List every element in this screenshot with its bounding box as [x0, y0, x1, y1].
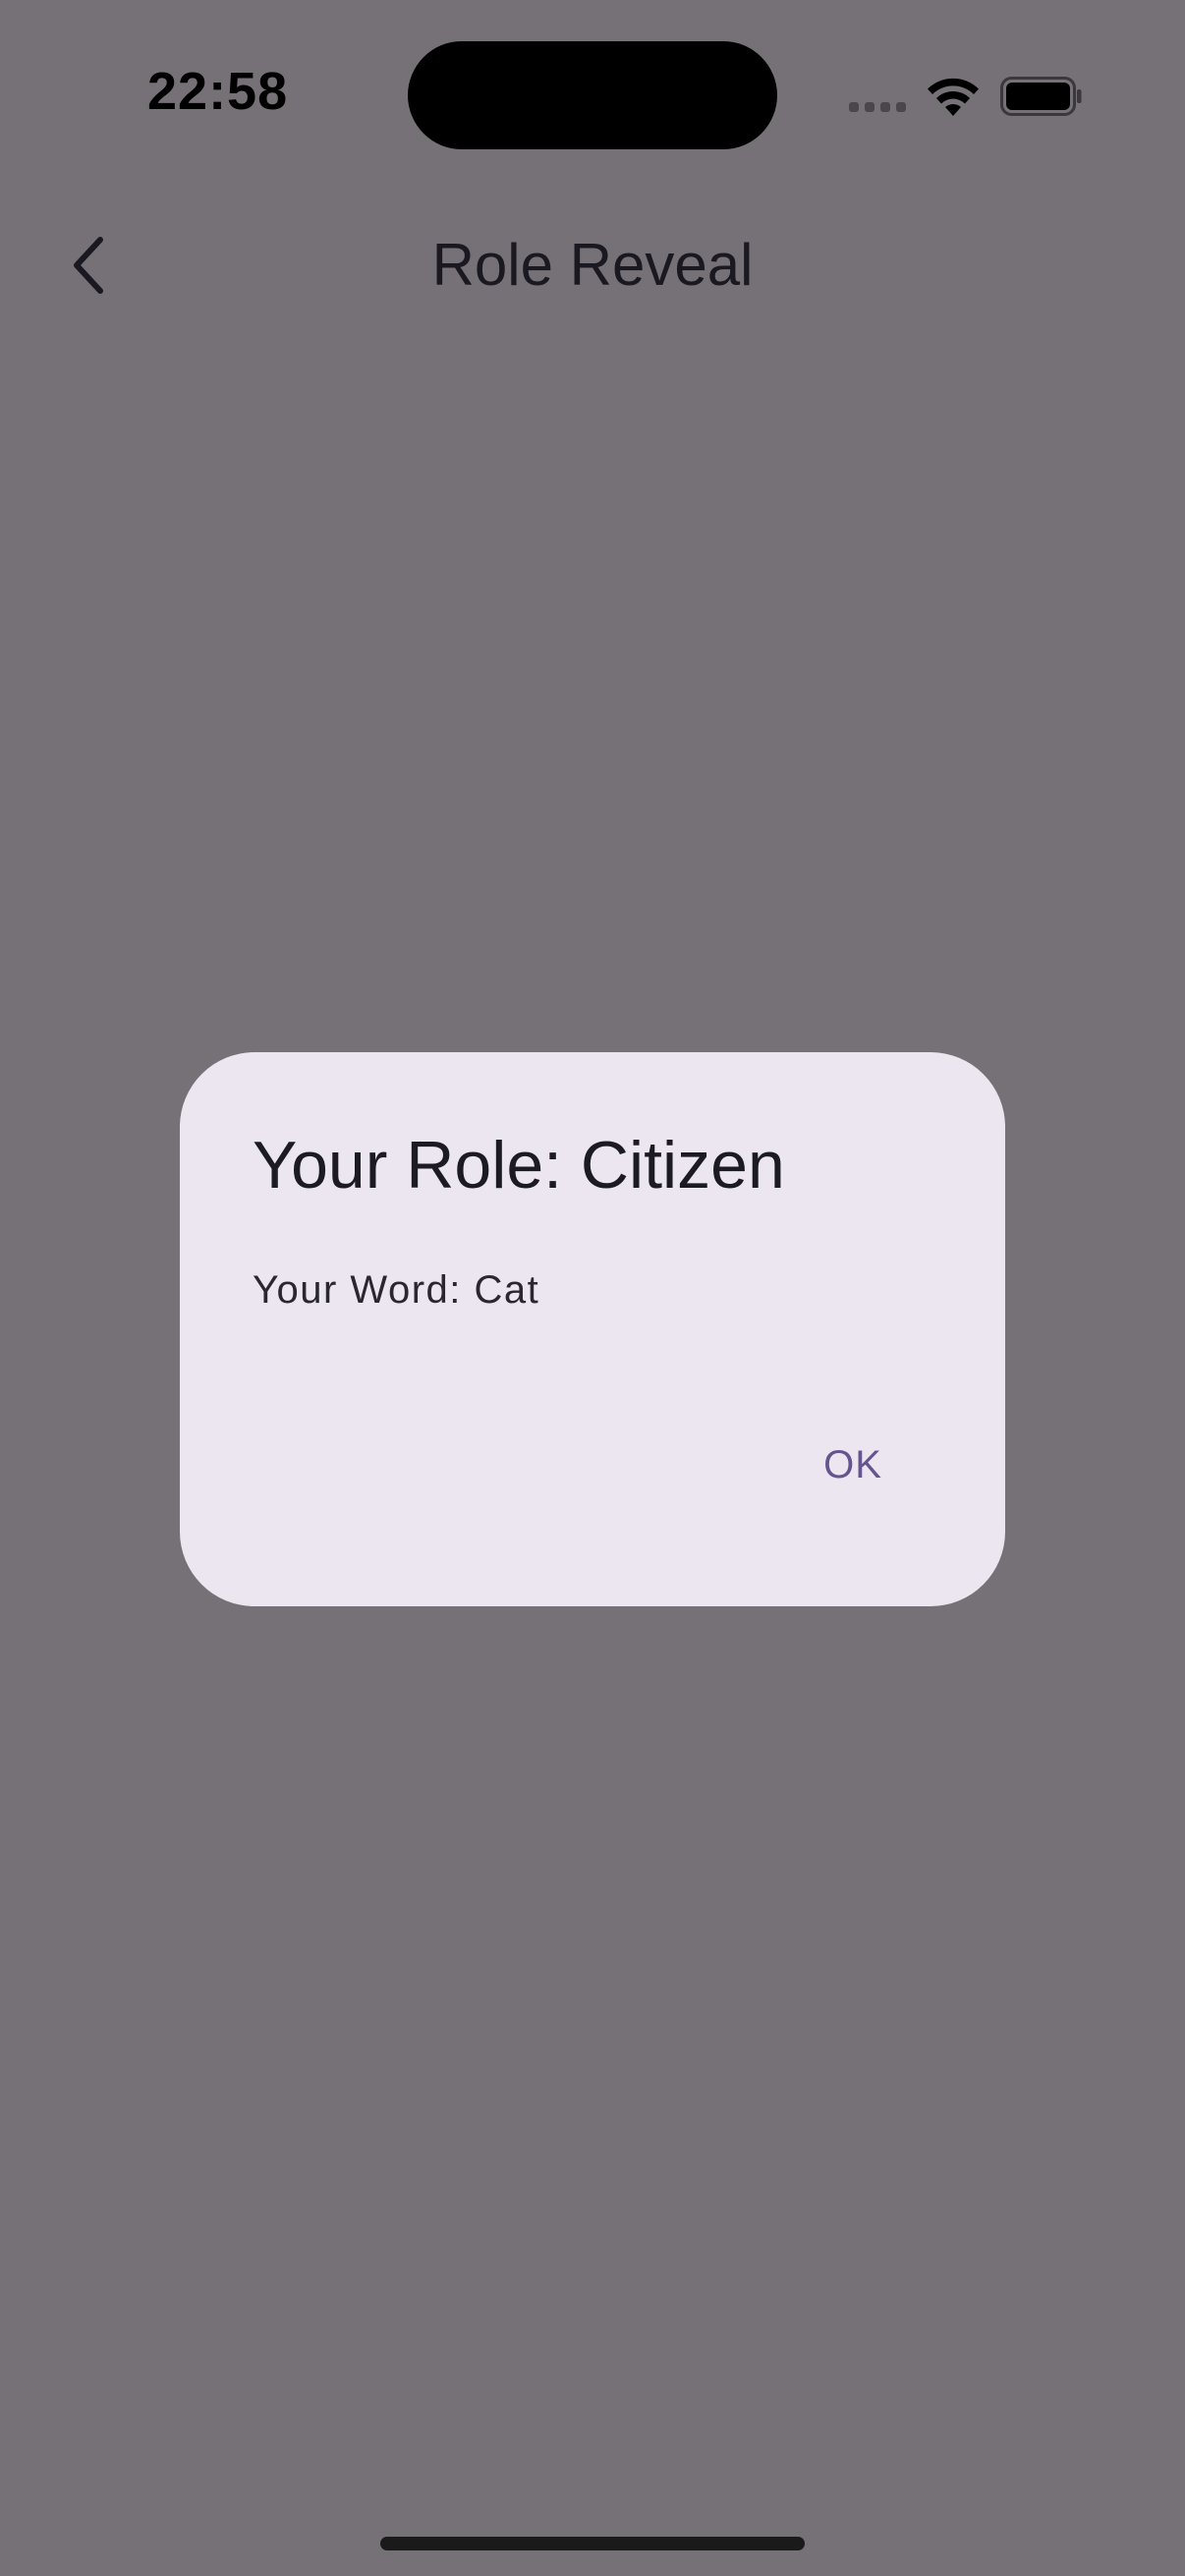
wifi-icon: [928, 78, 979, 116]
status-bar: 22:58: [0, 0, 1185, 187]
ok-button[interactable]: OK: [769, 1416, 936, 1514]
chevron-left-icon: [74, 237, 103, 294]
cellular-signal-icon: [849, 102, 908, 116]
home-indicator: [380, 2537, 805, 2550]
back-button[interactable]: [49, 226, 128, 305]
page-title: Role Reveal: [431, 232, 754, 298]
role-dialog: Your Role: Citizen Your Word: Cat OK: [180, 1052, 1005, 1606]
dynamic-island: [408, 41, 777, 149]
status-time: 22:58: [147, 62, 289, 121]
navigation-bar: Role Reveal: [0, 206, 1185, 324]
battery-icon: [1000, 77, 1082, 116]
dialog-title: Your Role: Citizen: [253, 1128, 785, 1203]
dialog-body: Your Word: Cat: [253, 1268, 540, 1312]
